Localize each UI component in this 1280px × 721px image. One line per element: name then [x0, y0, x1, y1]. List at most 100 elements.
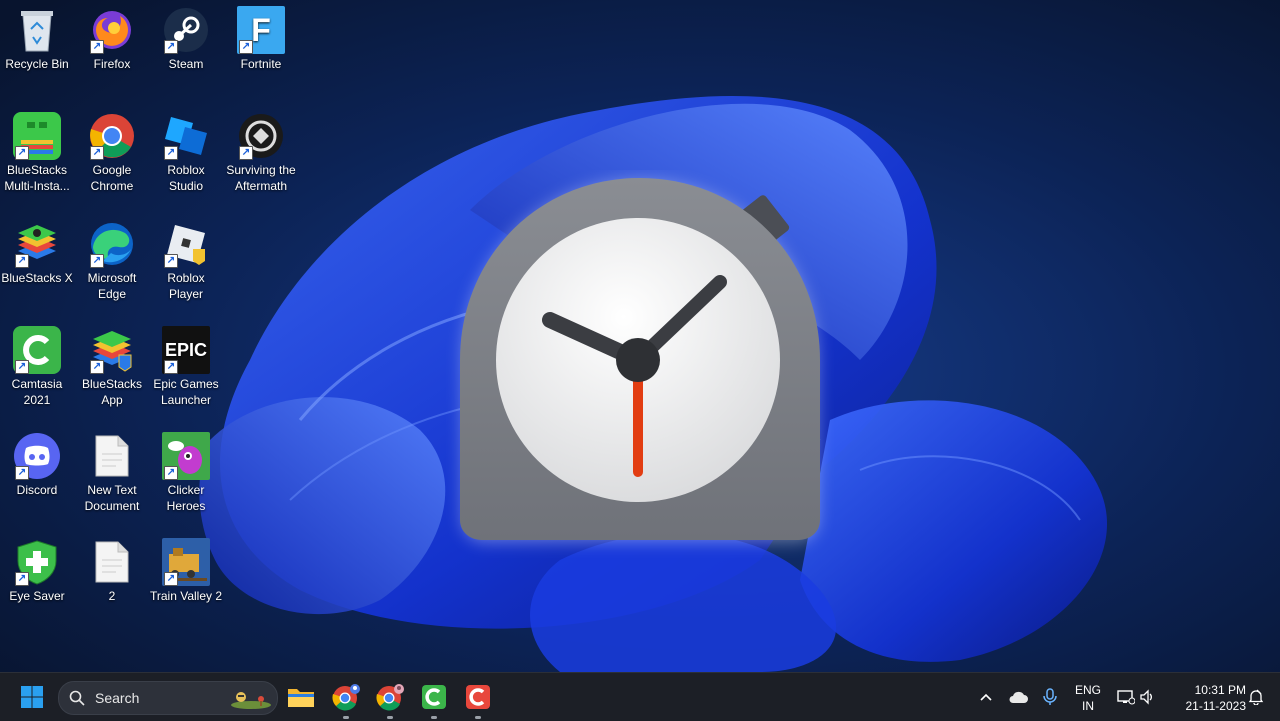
cloud-icon: [1009, 691, 1028, 703]
shortcut-arrow-icon: ↗: [164, 40, 178, 54]
desktop-icon-label: Clicker Heroes: [166, 483, 206, 513]
clock-app-splash-icon: [460, 178, 820, 542]
eye-saver-icon: ↗: [13, 538, 61, 586]
shortcut-arrow-icon: ↗: [15, 572, 29, 586]
desktop-icon-label: BlueStacks App: [81, 377, 143, 407]
bluestacks-multi-instance-icon: ↗: [13, 112, 61, 160]
fortnite-icon: F ↗: [237, 6, 285, 54]
chrome-icon: [376, 684, 404, 711]
taskbar-date: 21-11-2023: [1185, 699, 1247, 713]
taskbar-chrome-profile-2[interactable]: [374, 681, 406, 719]
bluestacks-app-icon: ↗: [88, 326, 136, 374]
running-indicator: [387, 716, 393, 719]
chevron-up-icon: [980, 693, 992, 701]
steam-icon: ↗: [162, 6, 210, 54]
language-code: ENG: [1074, 683, 1101, 697]
desktop-icon-clicker-heroes[interactable]: ↗ Clicker Heroes: [149, 432, 223, 514]
shortcut-arrow-icon: ↗: [90, 146, 104, 160]
desktop-icon-microsoft-edge[interactable]: ↗ Microsoft Edge: [75, 220, 149, 302]
firefox-icon: ↗: [88, 6, 136, 54]
shortcut-arrow-icon: ↗: [239, 40, 253, 54]
onedrive-tray-button[interactable]: [1002, 681, 1034, 713]
desktop-icon-label: BlueStacks X: [1, 271, 73, 285]
camtasia-editor-icon: [466, 685, 490, 709]
text-document-icon: [88, 538, 136, 586]
desktop-icon-label: Roblox Studio: [167, 163, 205, 193]
microphone-tray-button[interactable]: [1034, 681, 1066, 713]
desktop-icon-bluestacks-app[interactable]: ↗ BlueStacks App: [75, 326, 149, 408]
running-indicator: [431, 716, 437, 719]
desktop-icon-label: 2: [108, 589, 116, 603]
volume-tray-button[interactable]: [1132, 681, 1164, 713]
desktop-icon-label: Firefox: [93, 57, 131, 71]
taskbar: Search ENG IN 10:31 PM 21-11-2023: [0, 672, 1280, 721]
epic-games-icon: EPIC ↗: [162, 326, 210, 374]
desktop-icon-label: Recycle Bin: [5, 57, 69, 71]
region-code: IN: [1082, 699, 1094, 713]
desktop-icon-firefox[interactable]: ↗ Firefox: [75, 6, 149, 72]
desktop-icon-google-chrome[interactable]: ↗ Google Chrome: [75, 112, 149, 194]
roblox-studio-icon: ↗: [162, 112, 210, 160]
desktop-icon-steam[interactable]: ↗ Steam: [149, 6, 223, 72]
shortcut-arrow-icon: ↗: [164, 146, 178, 160]
search-label: Search: [95, 690, 140, 706]
desktop-icon-epic-games[interactable]: EPIC ↗ Epic Games Launcher: [149, 326, 223, 408]
folder-icon: [288, 689, 314, 707]
shortcut-arrow-icon: ↗: [164, 360, 178, 374]
bluestacks-x-icon: ↗: [13, 220, 61, 268]
shortcut-arrow-icon: ↗: [15, 466, 29, 480]
taskbar-camtasia-editor[interactable]: [462, 681, 494, 719]
desktop-icon-label: Google Chrome: [90, 163, 134, 193]
desktop-icon-label: Camtasia 2021: [11, 377, 63, 407]
running-indicator: [343, 716, 349, 719]
desktop-icon-camtasia[interactable]: ↗ Camtasia 2021: [0, 326, 74, 408]
shortcut-arrow-icon: ↗: [164, 466, 178, 480]
language-indicator[interactable]: ENG IN: [1070, 682, 1106, 714]
desktop-icon-discord[interactable]: ↗ Discord: [0, 432, 74, 498]
desktop-icon-label: Microsoft Edge: [87, 271, 137, 301]
desktop-icon-roblox-player[interactable]: ↗ Roblox Player: [149, 220, 223, 302]
clock-date-button[interactable]: 10:31 PM 21-11-2023: [1166, 682, 1247, 714]
desktop-icon-bluestacks-multi-instance[interactable]: ↗ BlueStacks Multi-Insta...: [0, 112, 74, 194]
desktop-icon-label: Fortnite: [240, 57, 282, 71]
roblox-player-icon: ↗: [162, 220, 210, 268]
camtasia-icon: ↗: [13, 326, 61, 374]
desktop-icon-label: BlueStacks Multi-Insta...: [4, 163, 70, 193]
epic-logo-text: EPIC: [164, 340, 207, 360]
shortcut-arrow-icon: ↗: [90, 360, 104, 374]
notification-bell-icon: [1248, 689, 1264, 705]
taskbar-search-box[interactable]: Search: [58, 681, 278, 715]
desktop-icon-label: New Text Document: [84, 483, 140, 513]
discord-icon: ↗: [13, 432, 61, 480]
start-button[interactable]: [16, 681, 48, 713]
desktop-icon-fortnite[interactable]: F ↗ Fortnite: [224, 6, 298, 72]
desktop-icon-bluestacks-x[interactable]: ↗ BlueStacks X: [0, 220, 74, 286]
shortcut-arrow-icon: ↗: [164, 572, 178, 586]
taskbar-camtasia-recorder[interactable]: [418, 681, 450, 719]
desktop-icon-eye-saver[interactable]: ↗ Eye Saver: [0, 538, 74, 604]
desktop-icon-label: Discord: [16, 483, 58, 497]
clock-center-pin: [616, 338, 660, 382]
show-hidden-icons-button[interactable]: [970, 681, 1002, 713]
chrome-icon: [332, 684, 360, 711]
taskbar-time: 10:31 PM: [1194, 683, 1246, 697]
shortcut-arrow-icon: ↗: [164, 254, 178, 268]
chrome-icon: ↗: [88, 112, 136, 160]
microphone-icon: [1043, 688, 1057, 705]
speaker-icon: [1140, 689, 1152, 705]
train-valley-icon: ↗: [162, 538, 210, 586]
notifications-button[interactable]: [1240, 681, 1272, 713]
taskbar-chrome-profile-1[interactable]: [330, 681, 362, 719]
desktop-icon-file-2[interactable]: 2: [75, 538, 149, 604]
desktop-icon-roblox-studio[interactable]: ↗ Roblox Studio: [149, 112, 223, 194]
desktop-icon-new-text-document[interactable]: New Text Document: [75, 432, 149, 514]
desktop-icon-surviving-the-aftermath[interactable]: ↗ Surviving the Aftermath: [224, 112, 298, 194]
desktop-icon-train-valley-2[interactable]: ↗ Train Valley 2: [149, 538, 223, 604]
shortcut-arrow-icon: ↗: [15, 254, 29, 268]
text-document-icon: [88, 432, 136, 480]
desktop-icon-recycle-bin[interactable]: Recycle Bin: [0, 6, 74, 72]
desktop-icon-label: Eye Saver: [9, 589, 65, 603]
taskbar-file-explorer[interactable]: [285, 681, 317, 713]
edge-icon: ↗: [88, 220, 136, 268]
desktop-icon-label: Roblox Player: [167, 271, 205, 301]
